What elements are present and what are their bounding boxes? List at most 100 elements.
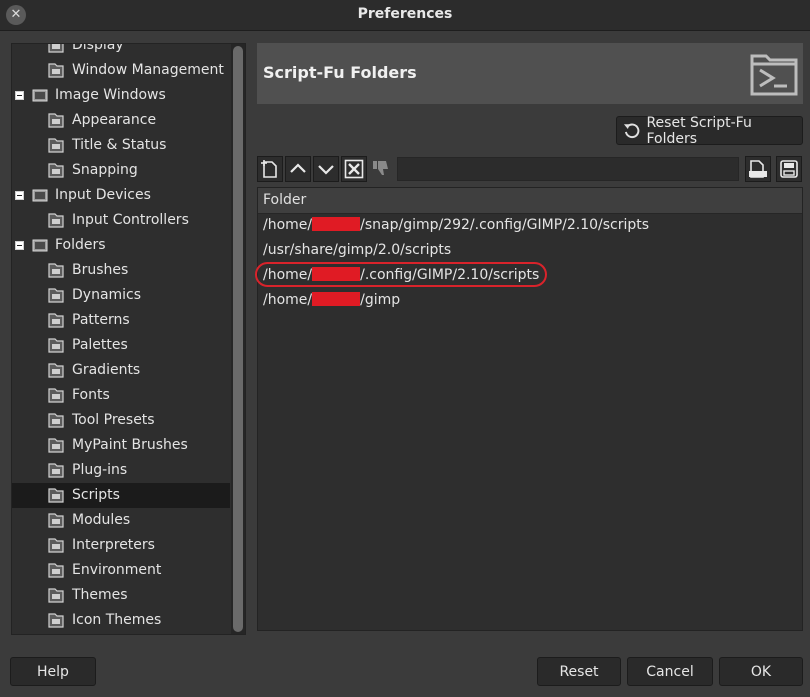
ok-button[interactable]: OK: [719, 657, 803, 686]
title-status-icon: [48, 138, 64, 153]
delete-icon: [344, 159, 364, 179]
scripts-folder-icon: [48, 488, 64, 503]
title-bar: ✕ Preferences: [0, 0, 810, 31]
tree-item-label: Plug-ins: [72, 462, 128, 478]
tree-item[interactable]: Modules: [12, 508, 230, 533]
environment-folder-icon: [48, 563, 64, 578]
tree-item[interactable]: Plug-ins: [12, 458, 230, 483]
modules-folder-icon: [48, 513, 64, 528]
browse-folder-button[interactable]: [745, 156, 771, 182]
tree-item[interactable]: Themes: [12, 583, 230, 608]
input-controllers-icon: [48, 213, 64, 228]
redaction-block: [312, 267, 361, 281]
collapse-toggle[interactable]: [15, 191, 24, 200]
tree-item[interactable]: Input Controllers: [12, 208, 230, 233]
folder-path-input[interactable]: [397, 157, 739, 181]
tool-presets-folder-icon: [48, 413, 64, 428]
tree-item-label: Interpreters: [72, 537, 155, 553]
tree-item-label: Appearance: [72, 112, 157, 128]
collapse-toggle[interactable]: [15, 241, 24, 250]
move-down-button[interactable]: [313, 156, 339, 182]
help-button[interactable]: Help: [10, 657, 96, 686]
dynamics-folder-icon: [48, 288, 64, 303]
tree-item[interactable]: Dynamics: [12, 283, 230, 308]
reset-scriptfu-folders-button[interactable]: Reset Script-Fu Folders: [616, 115, 803, 147]
reset-button-label: Reset: [559, 663, 599, 680]
tree-item-label: Display: [72, 43, 124, 53]
tree-item[interactable]: Fonts: [12, 383, 230, 408]
tree-item[interactable]: Tool Presets: [12, 408, 230, 433]
delete-folder-button[interactable]: [341, 156, 367, 182]
tree-item-label: Snapping: [72, 162, 138, 178]
tree-item[interactable]: Interpreters: [12, 533, 230, 558]
themes-folder-icon: [48, 588, 64, 603]
tree-item-label: Fonts: [72, 387, 110, 403]
tree-item-label: Icon Themes: [72, 612, 162, 628]
tree-item[interactable]: Display: [12, 43, 230, 58]
tree-item[interactable]: Patterns: [12, 308, 230, 333]
tree-item-label: Modules: [72, 512, 131, 528]
save-button[interactable]: [776, 156, 802, 182]
tree-scrollbar-thumb[interactable]: [233, 46, 243, 632]
mypaint-brushes-folder-icon: [48, 438, 64, 453]
fonts-folder-icon: [48, 388, 64, 403]
reset-button[interactable]: Reset: [537, 657, 621, 686]
folder-row[interactable]: /home//gimp: [258, 288, 802, 313]
tree-item[interactable]: Folders: [12, 233, 230, 258]
mark-folder-bad-button[interactable]: [369, 156, 395, 182]
tree-item-label: Title & Status: [72, 137, 167, 153]
cancel-button[interactable]: Cancel: [627, 657, 713, 686]
collapse-toggle[interactable]: [15, 91, 24, 100]
tree-item[interactable]: Palettes: [12, 333, 230, 358]
tree-item[interactable]: Gradients: [12, 358, 230, 383]
tree-item-label: MyPaint Brushes: [72, 437, 188, 453]
tree-item[interactable]: Image Windows: [12, 83, 230, 108]
input-devices-icon: [32, 189, 48, 202]
image-windows-icon: [32, 89, 48, 102]
tree-item[interactable]: MyPaint Brushes: [12, 433, 230, 458]
patterns-folder-icon: [48, 313, 64, 328]
browse-folder-icon: [749, 160, 767, 178]
tree-item-label: Scripts: [72, 487, 120, 503]
tree-item-label: Input Controllers: [72, 212, 189, 228]
tree-item[interactable]: Brushes: [12, 258, 230, 283]
redaction-block: [312, 217, 361, 231]
folder-row[interactable]: /usr/share/gimp/2.0/scripts: [258, 238, 802, 263]
tree-item[interactable]: Scripts: [12, 483, 230, 508]
plugins-folder-icon: [48, 463, 64, 478]
tree-item-label: Image Windows: [55, 87, 166, 103]
tree-item[interactable]: Icon Themes: [12, 608, 230, 633]
folder-column-header-label: Folder: [263, 192, 307, 208]
help-button-label: Help: [37, 663, 69, 680]
folder-row[interactable]: /home//.config/GIMP/2.10/scripts: [255, 262, 802, 288]
folder-column-header[interactable]: Folder: [258, 188, 802, 214]
tree-item-label: Brushes: [72, 262, 129, 278]
palettes-folder-icon: [48, 338, 64, 353]
tree-item-label: Gradients: [72, 362, 141, 378]
move-down-icon: [318, 165, 334, 175]
folder-path-text: /home//.config/GIMP/2.10/scripts: [263, 267, 540, 283]
folder-path-text: /home//gimp: [263, 292, 401, 308]
tree-item-label: Themes: [72, 587, 128, 603]
folder-list[interactable]: Folder /home//snap/gimp/292/.config/GIMP…: [255, 187, 803, 631]
tree-item[interactable]: Environment: [12, 558, 230, 583]
gradients-folder-icon: [48, 363, 64, 378]
tree-item[interactable]: Window Management: [12, 58, 230, 83]
display-icon: [48, 44, 64, 53]
move-up-button[interactable]: [285, 156, 311, 182]
window-title: Preferences: [357, 6, 453, 22]
folder-row[interactable]: /home//snap/gimp/292/.config/GIMP/2.10/s…: [258, 213, 802, 238]
tree-item[interactable]: Title & Status: [12, 133, 230, 158]
tree-item[interactable]: Snapping: [12, 158, 230, 183]
preferences-category-tree[interactable]: Display Window Management Image Windows App…: [11, 43, 246, 635]
tree-item[interactable]: Appearance: [12, 108, 230, 133]
tree-scrollbar[interactable]: [231, 44, 245, 634]
new-folder-icon: [261, 160, 277, 178]
tree-item-label: Dynamics: [72, 287, 142, 303]
tree-item-label: Window Management: [72, 62, 224, 78]
new-folder-button[interactable]: [257, 156, 283, 182]
interpreters-folder-icon: [48, 538, 64, 553]
tree-item-label: Tool Presets: [72, 412, 155, 428]
tree-item[interactable]: Input Devices: [12, 183, 230, 208]
thumbs-down-icon: [373, 161, 388, 175]
